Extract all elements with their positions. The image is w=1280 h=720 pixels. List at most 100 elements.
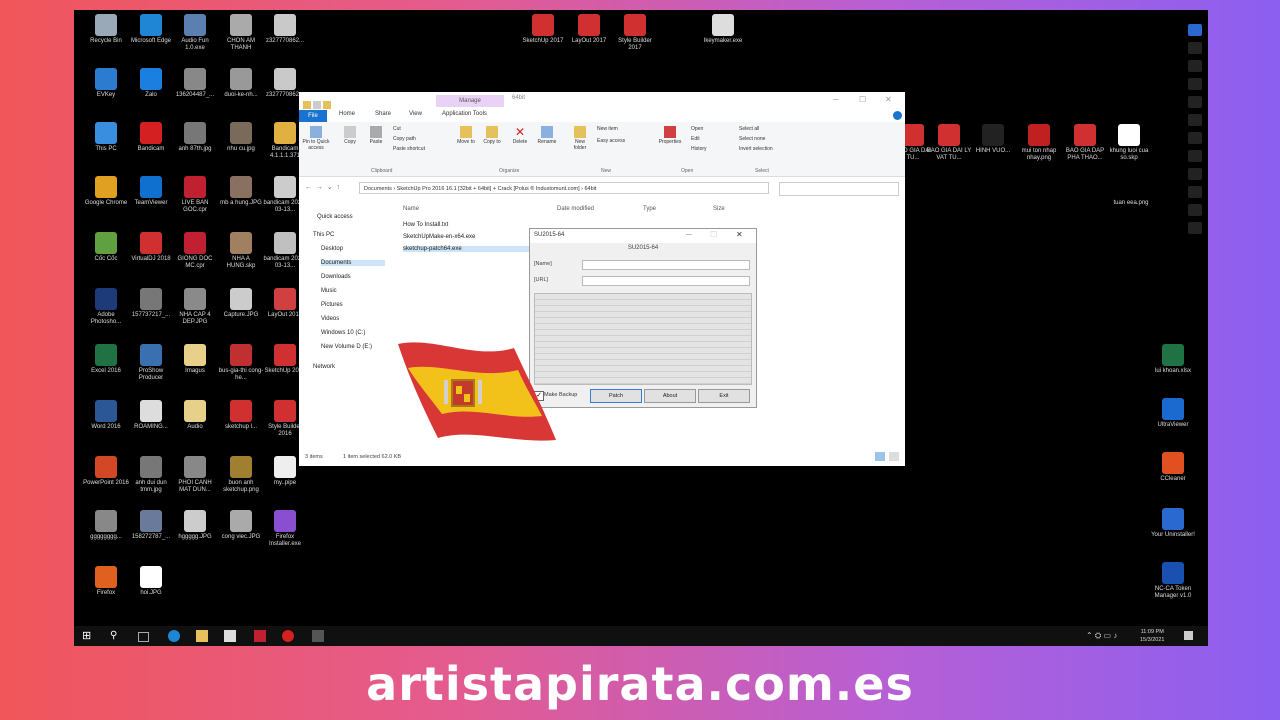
nav-item[interactable]: Desktop: [321, 246, 343, 252]
quick-access-toolbar[interactable]: [303, 96, 363, 109]
nav-item[interactable]: Downloads: [321, 274, 351, 280]
tray-icons[interactable]: ⌃ ⛭ ▭ ♪: [1086, 631, 1117, 641]
large-icons-view-toggle[interactable]: [889, 452, 899, 461]
desktop-icon[interactable]: BAO GIA DAP PHA THAO...: [1062, 124, 1108, 162]
nav-item[interactable]: Documents: [321, 260, 385, 266]
desktop-icon[interactable]: gggggggg...: [83, 510, 129, 541]
desktop-icon[interactable]: Google Chrome: [83, 176, 129, 207]
desktop-icon[interactable]: Your Uninstaller!: [1150, 508, 1196, 539]
nav-item[interactable]: New Volume D (E:): [321, 344, 372, 350]
marker-tool-icon[interactable]: [1188, 60, 1202, 72]
desktop-icon[interactable]: UltraViewer: [1150, 398, 1196, 429]
desktop-icon[interactable]: LayOut 2017: [566, 14, 612, 45]
column-size[interactable]: Size: [713, 206, 725, 212]
nav-item[interactable]: Music: [321, 288, 337, 294]
desktop-icon[interactable]: mb a hung.JPG: [218, 176, 264, 207]
start-button[interactable]: ⊞: [82, 630, 94, 642]
desktop-icon[interactable]: nhu cu.jpg: [218, 122, 264, 153]
bandicam-taskbar-icon[interactable]: [282, 630, 294, 642]
nav-item[interactable]: Videos: [321, 316, 339, 322]
desktop-icon[interactable]: Microsoft Edge: [128, 14, 174, 45]
patch-button[interactable]: Patch: [590, 389, 642, 403]
column-type[interactable]: Type: [643, 206, 656, 212]
fill-tool-icon[interactable]: [1188, 132, 1202, 144]
desktop-icon[interactable]: sketchup l...: [218, 400, 264, 431]
tab-application-tools[interactable]: Application Tools: [442, 111, 487, 117]
copy-to-button[interactable]: Copy to: [481, 126, 503, 145]
pin-quick-access-button[interactable]: Pin to Quick access: [301, 126, 331, 151]
nav-item[interactable]: This PC: [313, 232, 334, 238]
desktop-icon[interactable]: lui khoan.xlsx: [1150, 344, 1196, 375]
task-view-icon[interactable]: [138, 632, 149, 642]
minus-tool-icon[interactable]: [1188, 204, 1202, 216]
minimize-button[interactable]: ─: [833, 95, 839, 104]
copy-path-button[interactable]: Copy path: [393, 136, 416, 142]
delete-button[interactable]: ✕ Delete: [509, 126, 531, 145]
desktop-icon[interactable]: ProShow Producer: [128, 344, 174, 382]
desktop-icon[interactable]: buon anh sketchup.png: [218, 456, 264, 494]
desktop-icon[interactable]: VirtualDJ 2018: [128, 232, 174, 263]
properties-button[interactable]: Properties: [655, 126, 685, 145]
desktop-icon[interactable]: Excel 2016: [83, 344, 129, 375]
url-field[interactable]: [582, 276, 750, 286]
desktop-icon[interactable]: Ikeymaker.exe: [700, 14, 746, 45]
desktop-icon[interactable]: SketchUp 2017: [520, 14, 566, 45]
copy-button[interactable]: Copy: [339, 126, 361, 145]
cut-button[interactable]: Cut: [393, 126, 401, 132]
desktop-icon[interactable]: TeamViewer: [128, 176, 174, 207]
desktop-icon[interactable]: 157737217_...: [128, 288, 174, 319]
desktop-icon[interactable]: NC-CA Token Manager v1.0: [1150, 562, 1196, 600]
desktop-icon[interactable]: cong viec.JPG: [218, 510, 264, 541]
tab-view[interactable]: View: [409, 111, 422, 117]
search-icon[interactable]: ⚲: [110, 630, 122, 642]
address-bar[interactable]: Documents › SketchUp Pro 2016 16.1 [32bi…: [359, 182, 769, 194]
desktop-icon[interactable]: Adobe Photosho...: [83, 288, 129, 326]
desktop-icon[interactable]: Recycle Bin: [83, 14, 129, 45]
details-view-toggle[interactable]: [875, 452, 885, 461]
desktop-icon[interactable]: CCleaner: [1150, 452, 1196, 483]
file-explorer-taskbar-icon[interactable]: [196, 630, 208, 642]
desktop-icon[interactable]: hggggg.JPG: [172, 510, 218, 541]
desktop-icon[interactable]: anh dui dun tmm.jpg: [128, 456, 174, 494]
edit-button[interactable]: Edit: [691, 136, 700, 142]
desktop-icon[interactable]: Firefox: [83, 566, 129, 597]
highlighter-tool-icon[interactable]: [1188, 96, 1202, 108]
desktop-icon[interactable]: Cốc Cốc: [83, 232, 129, 263]
desktop-icon[interactable]: NHA A HUNG.skp: [218, 232, 264, 270]
desktop-icon[interactable]: Imagus: [172, 344, 218, 375]
desktop-icon[interactable]: PowerPoint 2016: [83, 456, 129, 487]
clear-tool-icon[interactable]: [1188, 186, 1202, 198]
close-button[interactable]: ✕: [885, 95, 892, 104]
move-to-button[interactable]: Move to: [455, 126, 477, 145]
search-input[interactable]: [779, 182, 899, 196]
desktop-icon[interactable]: Audio Fun 1.0.exe: [172, 14, 218, 52]
desktop-icon[interactable]: 136204487_...: [172, 68, 218, 99]
context-tab-manage[interactable]: Manage: [436, 95, 504, 107]
desktop-icon[interactable]: Zalo: [128, 68, 174, 99]
nav-item[interactable]: Quick access: [317, 214, 353, 220]
column-date[interactable]: Date modified: [557, 206, 594, 212]
desktop-icon[interactable]: Bandicam: [128, 122, 174, 153]
desktop-icon[interactable]: EVKey: [83, 68, 129, 99]
patch-close-button[interactable]: ✕: [736, 230, 743, 239]
nav-item[interactable]: Windows 10 (C:): [321, 330, 365, 336]
desktop-icon[interactable]: Style Builder 2017: [612, 14, 658, 52]
exit-button[interactable]: Exit: [698, 389, 750, 403]
rename-button[interactable]: Rename: [535, 126, 559, 145]
notification-icon[interactable]: [1184, 631, 1193, 640]
paste-button[interactable]: Paste: [365, 126, 387, 145]
new-item-button[interactable]: New item: [597, 126, 618, 132]
patch-taskbar-icon[interactable]: [312, 630, 324, 642]
tab-file[interactable]: File: [299, 110, 327, 122]
desktop-icon[interactable]: This PC: [83, 122, 129, 153]
maximize-button[interactable]: ☐: [859, 95, 866, 104]
tab-share[interactable]: Share: [375, 111, 391, 117]
desktop-icon[interactable]: BAO GIA DAI LY VAT TU...: [926, 124, 972, 162]
history-button[interactable]: History: [691, 146, 707, 152]
desktop-icon[interactable]: hoi.JPG: [128, 566, 174, 597]
desktop-icon[interactable]: NHA CAP 4 DEP.JPG: [172, 288, 218, 326]
eraser-tool-icon[interactable]: [1188, 168, 1202, 180]
desktop-icon[interactable]: tuan eea.png: [1108, 176, 1154, 207]
nav-arrows[interactable]: ← → ⌄ ↑: [305, 183, 340, 191]
edge-taskbar-icon[interactable]: [168, 630, 180, 642]
